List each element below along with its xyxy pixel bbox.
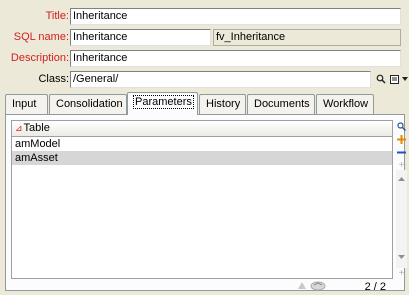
- tab-bar: Input Consolidation Parameters History D…: [5, 92, 405, 115]
- remove-icon[interactable]: [396, 146, 407, 158]
- search-icon[interactable]: [396, 120, 407, 132]
- description-row: Description: Inheritance: [0, 50, 409, 67]
- class-label: Class:: [38, 73, 69, 85]
- tab-parameters[interactable]: Parameters: [127, 92, 198, 115]
- class-row: Class: /General/: [0, 71, 409, 88]
- parameters-panel: ⊿Table amModel amAsset + + 2 / 2: [5, 114, 407, 293]
- title-row: Title: Inheritance: [0, 8, 409, 25]
- description-label: Description:: [10, 52, 69, 64]
- sql-name-label: SQL name:: [13, 31, 69, 43]
- disabled-plus-icon: +: [398, 268, 405, 279]
- status-bar: 2 / 2: [296, 281, 396, 293]
- sql-name-row: SQL name: Inheritance fv_Inheritance: [0, 29, 409, 46]
- sql-prefixed-name: fv_Inheritance: [213, 29, 401, 46]
- record-count: 2 / 2: [364, 281, 386, 293]
- tab-history[interactable]: History: [199, 94, 246, 114]
- grid-toolbar: + +: [396, 120, 407, 279]
- table-row[interactable]: amModel: [12, 137, 392, 151]
- tab-workflow[interactable]: Workflow: [316, 94, 374, 114]
- table-row[interactable]: amAsset: [12, 151, 392, 165]
- table-grid: ⊿Table amModel amAsset: [11, 120, 393, 279]
- column-header-table[interactable]: ⊿Table: [12, 121, 392, 137]
- tab-documents[interactable]: Documents: [247, 94, 315, 114]
- column-header-label: Table: [23, 122, 50, 134]
- description-field[interactable]: Inheritance: [70, 50, 401, 67]
- tab-input[interactable]: Input: [5, 94, 48, 114]
- title-field[interactable]: Inheritance: [70, 8, 401, 25]
- sort-asc-icon: ⊿: [15, 123, 23, 133]
- dropdown-icon[interactable]: [400, 72, 409, 86]
- add-icon[interactable]: [396, 133, 407, 145]
- vertical-scrollbar[interactable]: [396, 170, 407, 268]
- filter-icon[interactable]: [298, 281, 306, 293]
- title-label: Title:: [45, 10, 69, 22]
- scroll-down-icon[interactable]: [396, 251, 407, 263]
- scroll-up-icon[interactable]: [396, 173, 407, 185]
- tab-consolidation[interactable]: Consolidation: [49, 94, 127, 114]
- search-icon[interactable]: [374, 72, 387, 86]
- refresh-icon[interactable]: [310, 280, 326, 294]
- sql-name-field[interactable]: Inheritance: [70, 29, 211, 46]
- class-field[interactable]: /General/: [70, 71, 371, 88]
